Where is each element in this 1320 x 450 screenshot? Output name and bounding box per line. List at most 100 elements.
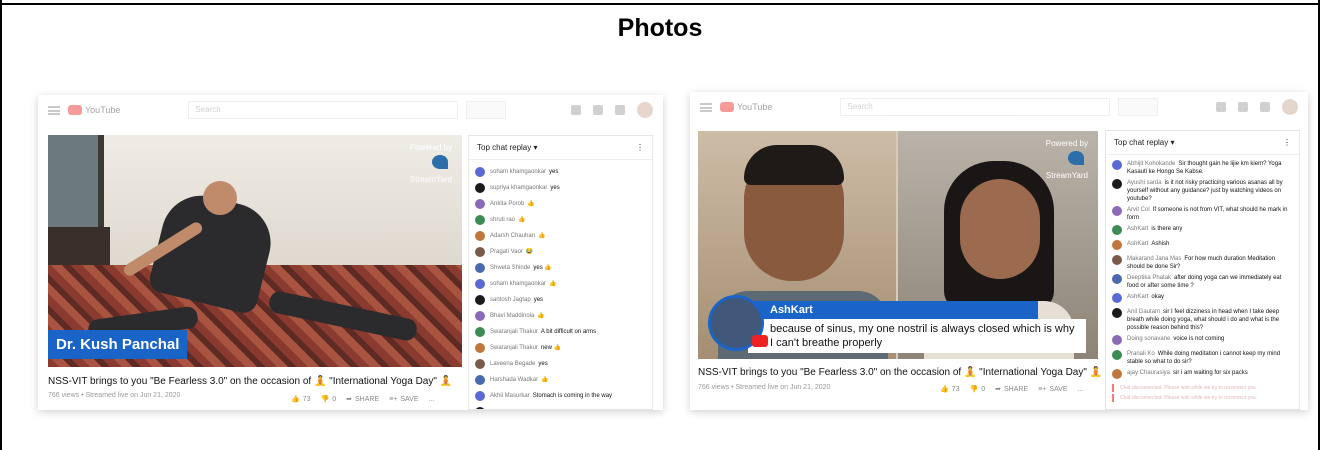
save-button[interactable]: ≡+ SAVE (1038, 386, 1067, 393)
chat-avatar (475, 359, 485, 369)
chat-avatar (475, 295, 485, 305)
youtube-logo[interactable]: YouTube (68, 105, 120, 115)
chat-message[interactable]: Doing sonavane voice is not coming (1112, 335, 1293, 347)
chat-message[interactable]: Abhijit Kohokande Sir thought gain he lij… (1112, 160, 1293, 176)
chat-message[interactable]: Anil Gautam sir I feel dizziness in head … (1112, 308, 1293, 332)
chat-message[interactable]: Akhil Masurkar Stomach is coming in the w… (475, 390, 646, 402)
menu-icon[interactable] (700, 102, 712, 112)
streamyard-watermark: Powered by StreamYard (1046, 139, 1088, 181)
chat-avatar (475, 343, 485, 353)
chat-message[interactable]: ajay Chaurasiya sir i am waiting for six … (1112, 369, 1293, 381)
chat-message[interactable]: soham khamgaonkar 👍 (475, 278, 646, 290)
chat-text: yes (533, 297, 544, 303)
chat-text: 👍 (538, 233, 546, 239)
chat-message-body: Pragati Vaor 😂 (490, 248, 533, 256)
chat-message-body: Ayushi sarda is it not risky practicing v… (1127, 179, 1293, 203)
chat-message[interactable]: Shweta Shinde yes 👍 (475, 262, 646, 274)
chat-message[interactable]: Bhavi Maddinola 👍 (475, 310, 646, 322)
chat-text: 👍 (541, 377, 549, 383)
save-button[interactable]: ≡+ SAVE (389, 396, 418, 403)
chat-message-body: AshKart Ashish (1127, 240, 1169, 248)
chat-mode-dropdown[interactable]: Top chat replay ▾ (1114, 138, 1175, 147)
chat-avatar (1112, 225, 1122, 235)
video-player[interactable]: Powered by StreamYard AshKart because of… (698, 131, 1098, 359)
apps-icon[interactable] (593, 105, 603, 115)
chat-message[interactable]: supriya khamgaonkar yes (475, 182, 646, 194)
youtube-logo[interactable]: YouTube (720, 102, 772, 112)
chat-message[interactable]: shruti rao 👍 (475, 214, 646, 226)
chat-message[interactable]: Makarand Jana Mas For how much duration M… (1112, 255, 1293, 271)
chat-author: Pragati Vaor (490, 249, 523, 255)
chat-message[interactable]: Laveena Begade yes (475, 358, 646, 370)
chat-author: Pranali Ko (1127, 351, 1155, 357)
chat-text: sir i am waiting for six packs (1173, 370, 1248, 376)
chat-message[interactable]: Adarsh Chauhan 👍 (475, 230, 646, 242)
chat-author: soham khamgaonkar (490, 281, 547, 287)
chat-author: Laveena Begade (490, 361, 536, 367)
more-button[interactable]: ... (428, 396, 434, 403)
chat-author: supriya khamgaonkar (490, 185, 548, 191)
more-button[interactable]: ... (1077, 386, 1083, 393)
chat-text: is there any (1151, 226, 1183, 232)
menu-icon[interactable] (48, 105, 60, 115)
chat-message[interactable]: AshKart is there any (1112, 225, 1293, 237)
like-button[interactable]: 👍 73 (291, 395, 311, 404)
more-vert-icon[interactable]: ⋮ (1283, 138, 1291, 147)
chat-author: Shweta Shinde (490, 265, 531, 271)
share-button[interactable]: ➦ SHARE (346, 395, 379, 404)
streamyard-watermark: Powered by StreamYard (410, 143, 452, 185)
share-button[interactable]: ➦ SHARE (995, 385, 1028, 394)
chat-avatar (1112, 350, 1122, 360)
chat-message[interactable]: Ayushi sarda is it not risky practicing v… (1112, 179, 1293, 203)
chat-message[interactable]: Pranali Ko While doing meditation i canno… (1112, 350, 1293, 366)
camera-icon[interactable] (1216, 102, 1226, 112)
search-input[interactable]: Search (840, 98, 1111, 116)
chat-message-body: soham khamgaonkar 👍 (490, 280, 557, 288)
search-button[interactable] (1118, 98, 1159, 116)
avatar[interactable] (637, 102, 653, 118)
chat-mode-dropdown[interactable]: Top chat replay ▾ (477, 143, 538, 152)
featured-comment-author: AshKart (748, 301, 1038, 319)
chat-message-body: santosh Jagtap yes (490, 296, 543, 304)
chat-author: AshKart (1127, 241, 1149, 247)
bell-icon[interactable] (615, 105, 625, 115)
chat-author: shruti kadapade (490, 409, 533, 410)
chat-author: soham khamgaonkar (490, 169, 547, 175)
chat-author: Ayushi sarda (1127, 180, 1162, 186)
chat-status-line: Chat disconnected. Please wait while we … (1112, 394, 1293, 402)
camera-icon[interactable] (571, 105, 581, 115)
chat-message[interactable]: soham khamgaonkar yes (475, 166, 646, 178)
chat-author: shruti rao (490, 217, 516, 223)
chat-text: yes (538, 361, 548, 367)
like-button[interactable]: 👍 73 (940, 385, 960, 394)
chat-avatar (475, 183, 485, 193)
chat-message[interactable]: shruti kadapadeIs it Cell Butterfly Exer… (475, 406, 646, 410)
chat-avatar (475, 199, 485, 209)
video-player[interactable]: Powered by StreamYard Dr. Kush Panchal (48, 135, 462, 367)
chat-message[interactable]: Swaranjali Thakur A bit difficult on arms (475, 326, 646, 338)
thumbs-down-icon: 👎 (320, 396, 330, 403)
chat-message[interactable]: AshKart okay (1112, 293, 1293, 305)
chat-message[interactable]: Arvit Col If someone is not from VIT, wha… (1112, 206, 1293, 222)
dislike-button[interactable]: 👎 0 (970, 385, 986, 394)
dislike-button[interactable]: 👎 0 (320, 395, 337, 404)
chat-message[interactable]: Pragati Vaor 😂 (475, 246, 646, 258)
bell-icon[interactable] (1260, 102, 1270, 112)
search-input[interactable]: Search (188, 101, 459, 119)
search-button[interactable] (466, 101, 507, 119)
chat-text: voice is not coming (1173, 336, 1225, 342)
chat-message[interactable]: Harshada Wadkar 👍 (475, 374, 646, 386)
chat-message[interactable]: AshKart Ashish (1112, 240, 1293, 252)
chat-header[interactable]: Top chat replay ▾ ⋮ (469, 136, 652, 160)
chat-message[interactable]: Ankita Porob 👍 (475, 198, 646, 210)
chat-message-body: Adarsh Chauhan 👍 (490, 232, 546, 240)
chat-header[interactable]: Top chat replay ▾ ⋮ (1106, 131, 1299, 155)
chat-message[interactable]: Swaranjali Thakur new 👍 (475, 342, 646, 354)
chat-avatar (1112, 369, 1122, 379)
avatar[interactable] (1282, 99, 1298, 115)
more-vert-icon[interactable]: ⋮ (636, 143, 644, 152)
chat-message[interactable]: Deeptika Phatak after doing yoga can we i… (1112, 274, 1293, 290)
chat-message[interactable]: santosh Jagtap yes (475, 294, 646, 306)
apps-icon[interactable] (1238, 102, 1248, 112)
chat-avatar (1112, 255, 1122, 265)
